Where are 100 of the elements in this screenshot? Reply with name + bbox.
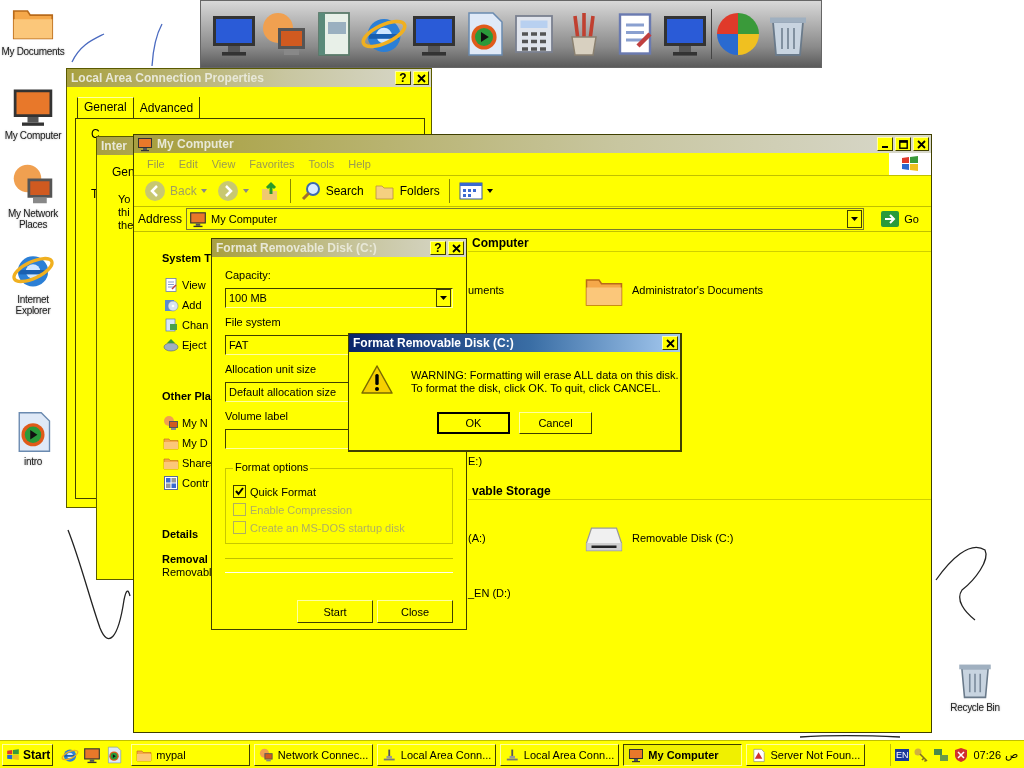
group-label: Format options	[233, 461, 311, 473]
network-computer-icon	[11, 162, 55, 206]
dialog-button[interactable]: OK	[437, 412, 510, 434]
desktop-icon-label[interactable]: My Network Places	[0, 208, 66, 230]
monitor-icon	[189, 210, 208, 228]
start-button[interactable]: Start	[2, 743, 54, 766]
eject-disk-icon	[163, 337, 179, 353]
network-computer-icon	[163, 415, 179, 431]
window-title: Local Area Connection Properties	[71, 71, 264, 85]
dropdown-button[interactable]	[847, 210, 863, 228]
body-text: the	[118, 219, 134, 232]
close-button[interactable]	[448, 241, 464, 255]
dialog-button[interactable]: Close	[377, 600, 453, 623]
task-pane-heading: System T	[162, 251, 211, 266]
section-heading: vable Storage	[468, 483, 931, 500]
folder-icon	[163, 435, 179, 451]
monitor-icon	[83, 745, 102, 764]
close-button[interactable]	[913, 137, 929, 151]
notepad-icon	[163, 277, 179, 293]
caret-icon	[242, 189, 249, 193]
field-label: File system	[225, 315, 281, 330]
monitor-icon	[628, 746, 645, 763]
task-link[interactable]: My D	[182, 437, 208, 449]
address-label: Address	[138, 212, 183, 226]
file-item-label[interactable]: _EN (D:)	[468, 587, 511, 599]
warning-icon	[360, 364, 394, 396]
checkmark-icon	[234, 486, 245, 497]
desktop-icon-label[interactable]: intro	[24, 456, 42, 467]
close-button[interactable]	[662, 336, 678, 350]
close-icon	[451, 243, 461, 253]
desktop-icon-label[interactable]: Internet Explorer	[0, 294, 66, 316]
checkbox-label: Quick Format	[250, 485, 316, 498]
task-link[interactable]: My N	[182, 417, 208, 429]
language-indicator[interactable]: EN	[894, 748, 910, 761]
close-button[interactable]	[413, 71, 429, 85]
tray-network-icon[interactable]	[933, 746, 950, 763]
windows-flag-icon	[889, 153, 931, 175]
pen-stroke	[71, 33, 105, 63]
warning-page-icon	[751, 746, 767, 763]
taskbar-button[interactable]: Local Area Conn...	[500, 743, 620, 766]
clock[interactable]: 07:26	[973, 748, 1001, 761]
settings-page-icon	[163, 317, 179, 333]
taskbar-button[interactable]: Local Area Conn...	[377, 743, 497, 766]
task-link[interactable]: Chan	[182, 319, 209, 331]
desktop-icon-label[interactable]: My Computer	[4, 130, 62, 141]
dialog-button[interactable]: Cancel	[519, 412, 592, 434]
file-item-label[interactable]: E:)	[468, 455, 483, 467]
minimize-button[interactable]	[877, 137, 893, 151]
help-button[interactable]: ?	[395, 71, 411, 85]
views-icon	[458, 181, 483, 201]
arrow-circle-icon	[144, 180, 166, 202]
help-button[interactable]: ?	[430, 241, 446, 255]
checkbox-label: Enable Compression	[250, 503, 353, 516]
arrow-circle-icon	[216, 180, 239, 202]
folders-button[interactable]: Folders	[369, 180, 444, 202]
tab[interactable]: General	[77, 97, 134, 118]
minimize-icon	[882, 146, 888, 148]
task-link[interactable]: Eject	[182, 339, 207, 351]
window-title: My Computer	[157, 137, 234, 151]
desktop-icon-label[interactable]: Recycle Bin	[950, 702, 1000, 713]
dropdown-button[interactable]	[436, 289, 451, 307]
checkbox-label: Create an MS-DOS startup disk	[250, 521, 405, 534]
file-item-label[interactable]: Administrator's Documents	[632, 284, 764, 296]
maximize-icon	[898, 139, 908, 149]
pen-stroke	[151, 23, 163, 67]
task-link[interactable]: Add	[182, 299, 202, 311]
search-button[interactable]: Search	[295, 180, 368, 202]
folder-icon	[163, 455, 179, 471]
close-icon	[916, 139, 926, 149]
details-type: Removabl	[162, 566, 212, 579]
checkbox[interactable]	[233, 485, 246, 498]
dropdown-field[interactable]: 100 MB	[225, 288, 453, 308]
address-field[interactable]: My Computer	[186, 208, 865, 230]
taskbar-button[interactable]: My Computer	[623, 743, 743, 766]
maximize-button[interactable]	[895, 137, 911, 151]
file-item-label[interactable]: uments	[468, 284, 505, 296]
taskbar-button[interactable]: mypal	[131, 743, 251, 766]
dialog-button[interactable]: Start	[297, 600, 373, 623]
monitor-icon	[137, 136, 153, 152]
body-text: thi	[118, 206, 130, 219]
task-link[interactable]: Share	[182, 457, 212, 469]
task-link[interactable]: Contr	[182, 477, 209, 489]
task-link[interactable]: View	[182, 279, 206, 291]
window-title: Format Removable Disk (C:)	[216, 241, 377, 255]
search-icon	[299, 180, 322, 202]
desktop-icon-label[interactable]: My Documents	[1, 46, 65, 57]
taskbar-button[interactable]: Network Connec...	[254, 743, 374, 766]
shield-icon[interactable]	[953, 746, 970, 763]
time-suffix: ص	[1005, 748, 1018, 761]
caret-icon	[851, 217, 859, 221]
file-item-label[interactable]: (A:)	[468, 532, 486, 544]
file-item-label[interactable]: Removable Disk (C:)	[632, 532, 734, 544]
tray-key-icon[interactable]	[913, 746, 930, 763]
network-computer-icon	[259, 746, 274, 763]
task-pane-heading: Other Pla	[162, 389, 211, 404]
install-disc-icon	[163, 297, 179, 313]
close-icon	[416, 73, 426, 83]
go-button[interactable]: Go	[868, 210, 927, 228]
taskbar-button[interactable]: Server Not Foun...	[746, 743, 866, 766]
media-file-icon	[105, 745, 124, 764]
